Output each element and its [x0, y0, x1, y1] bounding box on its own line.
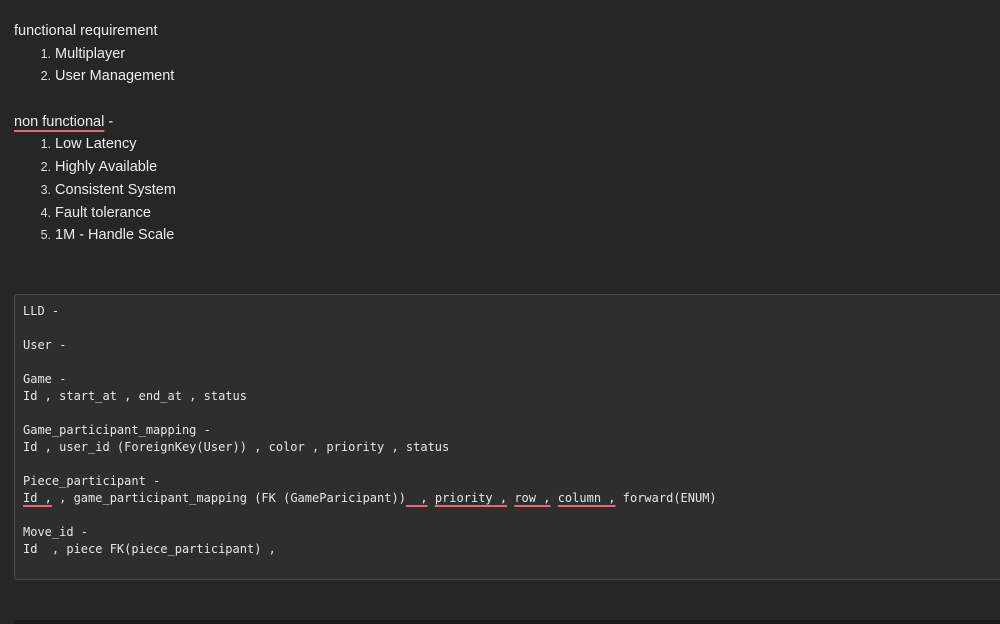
list-number: 4. — [40, 205, 51, 220]
list-number: 2. — [40, 160, 51, 175]
non-functional-list: 1. Low Latency 2. Highly Available 3. Co… — [14, 133, 984, 246]
spell-comma: , — [601, 491, 616, 505]
code-line: Game - — [23, 372, 67, 386]
spell-comma: , — [492, 491, 508, 505]
list-item-text: User Management — [55, 68, 175, 85]
list-item: 3. Consistent System — [14, 179, 984, 202]
list-item-text: Consistent System — [55, 181, 176, 198]
list-item-text: 1M - Handle Scale — [55, 227, 175, 244]
misspelled-word[interactable]: non functional — [14, 114, 104, 130]
code-line: LLD - — [23, 304, 60, 318]
list-number: 1. — [40, 46, 51, 61]
misspelled-word[interactable]: priority — [435, 491, 493, 505]
code-line-piece-fields: Id , , game_participant_mapping (FK (Gam… — [23, 490, 999, 507]
list-number: 2. — [40, 69, 51, 84]
misspelled-word[interactable]: Id — [23, 491, 37, 505]
spell-comma: , — [536, 491, 551, 505]
list-item: 1. Low Latency — [14, 133, 984, 156]
code-segment: forward(ENUM) — [615, 491, 717, 505]
list-item: 2. User Management — [14, 65, 984, 88]
code-line: Piece_participant - — [23, 474, 161, 488]
spell-gap: , — [405, 491, 428, 505]
code-block[interactable]: LLD - User - Game - Id , start_at , end_… — [14, 294, 1000, 580]
list-item: 1. Multiplayer — [14, 43, 984, 66]
non-functional-heading: non functional - — [14, 111, 984, 134]
code-segment: , game_participant_mapping (FK (GamePari… — [51, 491, 406, 505]
code-line: Game_participant_mapping - — [23, 423, 211, 437]
functional-list: 1. Multiplayer 2. User Management — [14, 43, 984, 88]
misspelled-word[interactable]: column — [558, 491, 601, 505]
list-number: 1. — [40, 137, 51, 152]
code-line: User - — [23, 338, 67, 352]
list-number: 5. — [40, 228, 51, 243]
list-item-text: Low Latency — [55, 136, 137, 153]
document-body[interactable]: functional requirement 1. Multiplayer 2.… — [14, 20, 984, 247]
list-item: 2. Highly Available — [14, 156, 984, 179]
functional-heading: functional requirement — [14, 23, 158, 39]
code-line: Move_id - — [23, 525, 89, 539]
code-line: Id , piece FK(piece_participant) , — [23, 542, 276, 556]
code-line: Id , start_at , end_at , status — [23, 389, 247, 403]
list-item-text: Fault tolerance — [55, 204, 151, 221]
heading-suffix: - — [104, 113, 114, 130]
list-item-text: Highly Available — [55, 159, 158, 176]
list-item: 5. 1M - Handle Scale — [14, 224, 984, 247]
code-line: Id , user_id (ForeignKey(User)) , color … — [23, 440, 450, 454]
spell-comma: , — [37, 491, 52, 505]
list-item: 4. Fault tolerance — [14, 202, 984, 225]
next-block-edge — [14, 620, 1000, 624]
misspelled-word[interactable]: row — [514, 491, 536, 505]
list-number: 3. — [40, 182, 51, 197]
list-item-text: Multiplayer — [55, 45, 126, 62]
